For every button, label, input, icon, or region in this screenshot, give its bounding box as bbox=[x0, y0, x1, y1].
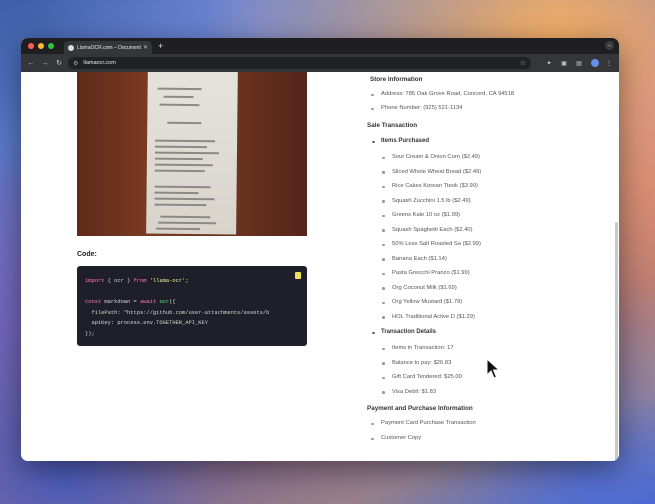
receipt-text-line bbox=[157, 87, 202, 90]
back-arrow-icon[interactable]: ← bbox=[26, 60, 36, 67]
transaction-detail-item: Gift Card Tendered: $25.00 bbox=[382, 374, 462, 380]
browser-toolbar: ← → ↻ ⚙ llamaocr.com ☆ ✦ ▣ ▤ ⋮ bbox=[21, 54, 619, 72]
purchased-item: Pasta Gnocchi Pranzo ($1.99) bbox=[382, 270, 470, 276]
purchased-item: Squash Spaghetti Each ($2.40) bbox=[382, 226, 473, 233]
site-info-icon[interactable]: ⚙ bbox=[73, 60, 78, 67]
transaction-detail-item: Balance to pay: $26.83 bbox=[381, 359, 452, 366]
mouse-pointer-icon bbox=[486, 358, 500, 379]
receipt-text-line bbox=[154, 169, 205, 172]
minimize-window-button[interactable] bbox=[38, 43, 44, 49]
code-section-label: Code: bbox=[77, 251, 97, 258]
code-block: import { ocr } from 'llama-ocr'; const m… bbox=[77, 266, 307, 346]
sidebar-icon[interactable]: ▤ bbox=[574, 60, 584, 67]
purchased-item: HOL Traditional Active D ($1.29) bbox=[382, 313, 475, 320]
purchased-item: 50% Less Salt Roasted Sa ($2.99) bbox=[382, 241, 481, 247]
receipt-text-line bbox=[154, 157, 203, 160]
receipt-text-line bbox=[154, 191, 199, 194]
receipt-text-line bbox=[154, 151, 219, 154]
receipt-text-line bbox=[154, 185, 211, 188]
receipt-text-line bbox=[160, 215, 211, 218]
profile-avatar[interactable] bbox=[591, 59, 599, 67]
purchased-item: Banana Each ($1.14) bbox=[382, 255, 447, 262]
page-scrollbar[interactable] bbox=[615, 222, 618, 461]
code-line: filePath: "https://github.com/user-attac… bbox=[85, 309, 270, 316]
reload-icon[interactable]: ↻ bbox=[54, 59, 64, 67]
tab-title: LlamaOCR.com – Document bbox=[77, 44, 141, 51]
list-item: Customer Copy bbox=[370, 435, 422, 441]
transaction-detail-item: Visa Debit: $1.83 bbox=[381, 388, 437, 395]
receipt-text-line bbox=[154, 197, 215, 200]
purchased-item: Org Yellow Mustard ($1.79) bbox=[381, 299, 463, 305]
section-title-sale-transaction: Sale Transaction bbox=[367, 122, 418, 129]
receipt-text-line bbox=[167, 121, 202, 124]
extensions-puzzle-icon[interactable]: ▣ bbox=[559, 60, 569, 67]
menu-kebab-icon[interactable]: ⋮ bbox=[604, 60, 614, 67]
receipt-paper bbox=[146, 72, 238, 235]
url-text: llamaocr.com bbox=[83, 60, 116, 66]
receipt-text-line bbox=[163, 95, 194, 98]
section-title-store-information: Store Information bbox=[370, 76, 423, 83]
list-item: Address: 785 Oak Grove Road, Concord, CA… bbox=[370, 91, 515, 97]
new-tab-button[interactable]: + bbox=[158, 41, 163, 51]
transaction-detail-item: Items in Transaction: 17 bbox=[382, 345, 454, 351]
receipt-image bbox=[77, 72, 307, 236]
list-item: Phone Number: (925) 521-1134 bbox=[370, 105, 463, 111]
code-line: apiKey: process.env.TOGETHER_API_KEY bbox=[85, 320, 208, 326]
copy-icon[interactable] bbox=[295, 272, 301, 279]
subsection-title-items-purchased: Items Purchased bbox=[371, 138, 430, 144]
zoom-window-button[interactable] bbox=[48, 43, 54, 49]
tab-bar: LlamaOCR.com – Document ✕ + ⌄ bbox=[21, 38, 619, 54]
receipt-text-line bbox=[155, 139, 216, 142]
extension-icon[interactable]: ✦ bbox=[544, 60, 554, 67]
code-line: }); bbox=[85, 330, 95, 337]
purchased-item: Org Coconut Milk ($1.69) bbox=[382, 284, 457, 291]
subsection-title-transaction-details: Transaction Details bbox=[371, 329, 437, 335]
close-tab-icon[interactable]: ✕ bbox=[143, 44, 148, 51]
purchased-item: Sliced Whole Wheat Bread ($2.49) bbox=[381, 168, 482, 175]
purchased-item: Greens Kale 10 oz ($1.99) bbox=[382, 212, 460, 218]
list-item: Payment Card Purchase Transaction bbox=[371, 420, 476, 426]
code-line: const markdown = await ocr({ bbox=[85, 299, 176, 305]
tab-search-icon[interactable]: ⌄ bbox=[605, 41, 614, 50]
bookmark-star-icon[interactable]: ☆ bbox=[520, 59, 526, 67]
code-line: import { ocr } from 'llama-ocr'; bbox=[85, 278, 189, 284]
page-content: Code: import { ocr } from 'llama-ocr'; c… bbox=[21, 72, 619, 461]
purchased-item: Squash Zucchini 1.5 lb ($2.49) bbox=[382, 197, 471, 204]
browser-window: LlamaOCR.com – Document ✕ + ⌄ ← → ↻ ⚙ ll… bbox=[21, 38, 619, 461]
close-window-button[interactable] bbox=[28, 43, 34, 49]
site-favicon-icon bbox=[68, 44, 74, 51]
receipt-text-line bbox=[158, 221, 217, 224]
receipt-text-line bbox=[154, 163, 213, 166]
receipt-text-line bbox=[154, 203, 207, 206]
purchased-item: Rice Cakes Korean Tteok ($3.99) bbox=[382, 183, 478, 189]
purchased-item: Sour Cream & Onion Corn ($2.49) bbox=[382, 154, 480, 160]
tab-active[interactable]: LlamaOCR.com – Document ✕ bbox=[64, 41, 152, 54]
left-column: Code: import { ocr } from 'llama-ocr'; c… bbox=[77, 72, 307, 346]
receipt-text-line bbox=[159, 103, 200, 106]
receipt-text-line bbox=[156, 227, 201, 230]
section-title-payment: Payment and Purchase Information bbox=[367, 405, 473, 412]
address-bar[interactable]: ⚙ llamaocr.com ☆ bbox=[68, 57, 531, 69]
forward-arrow-icon[interactable]: → bbox=[40, 60, 50, 67]
receipt-text-line bbox=[155, 145, 208, 148]
